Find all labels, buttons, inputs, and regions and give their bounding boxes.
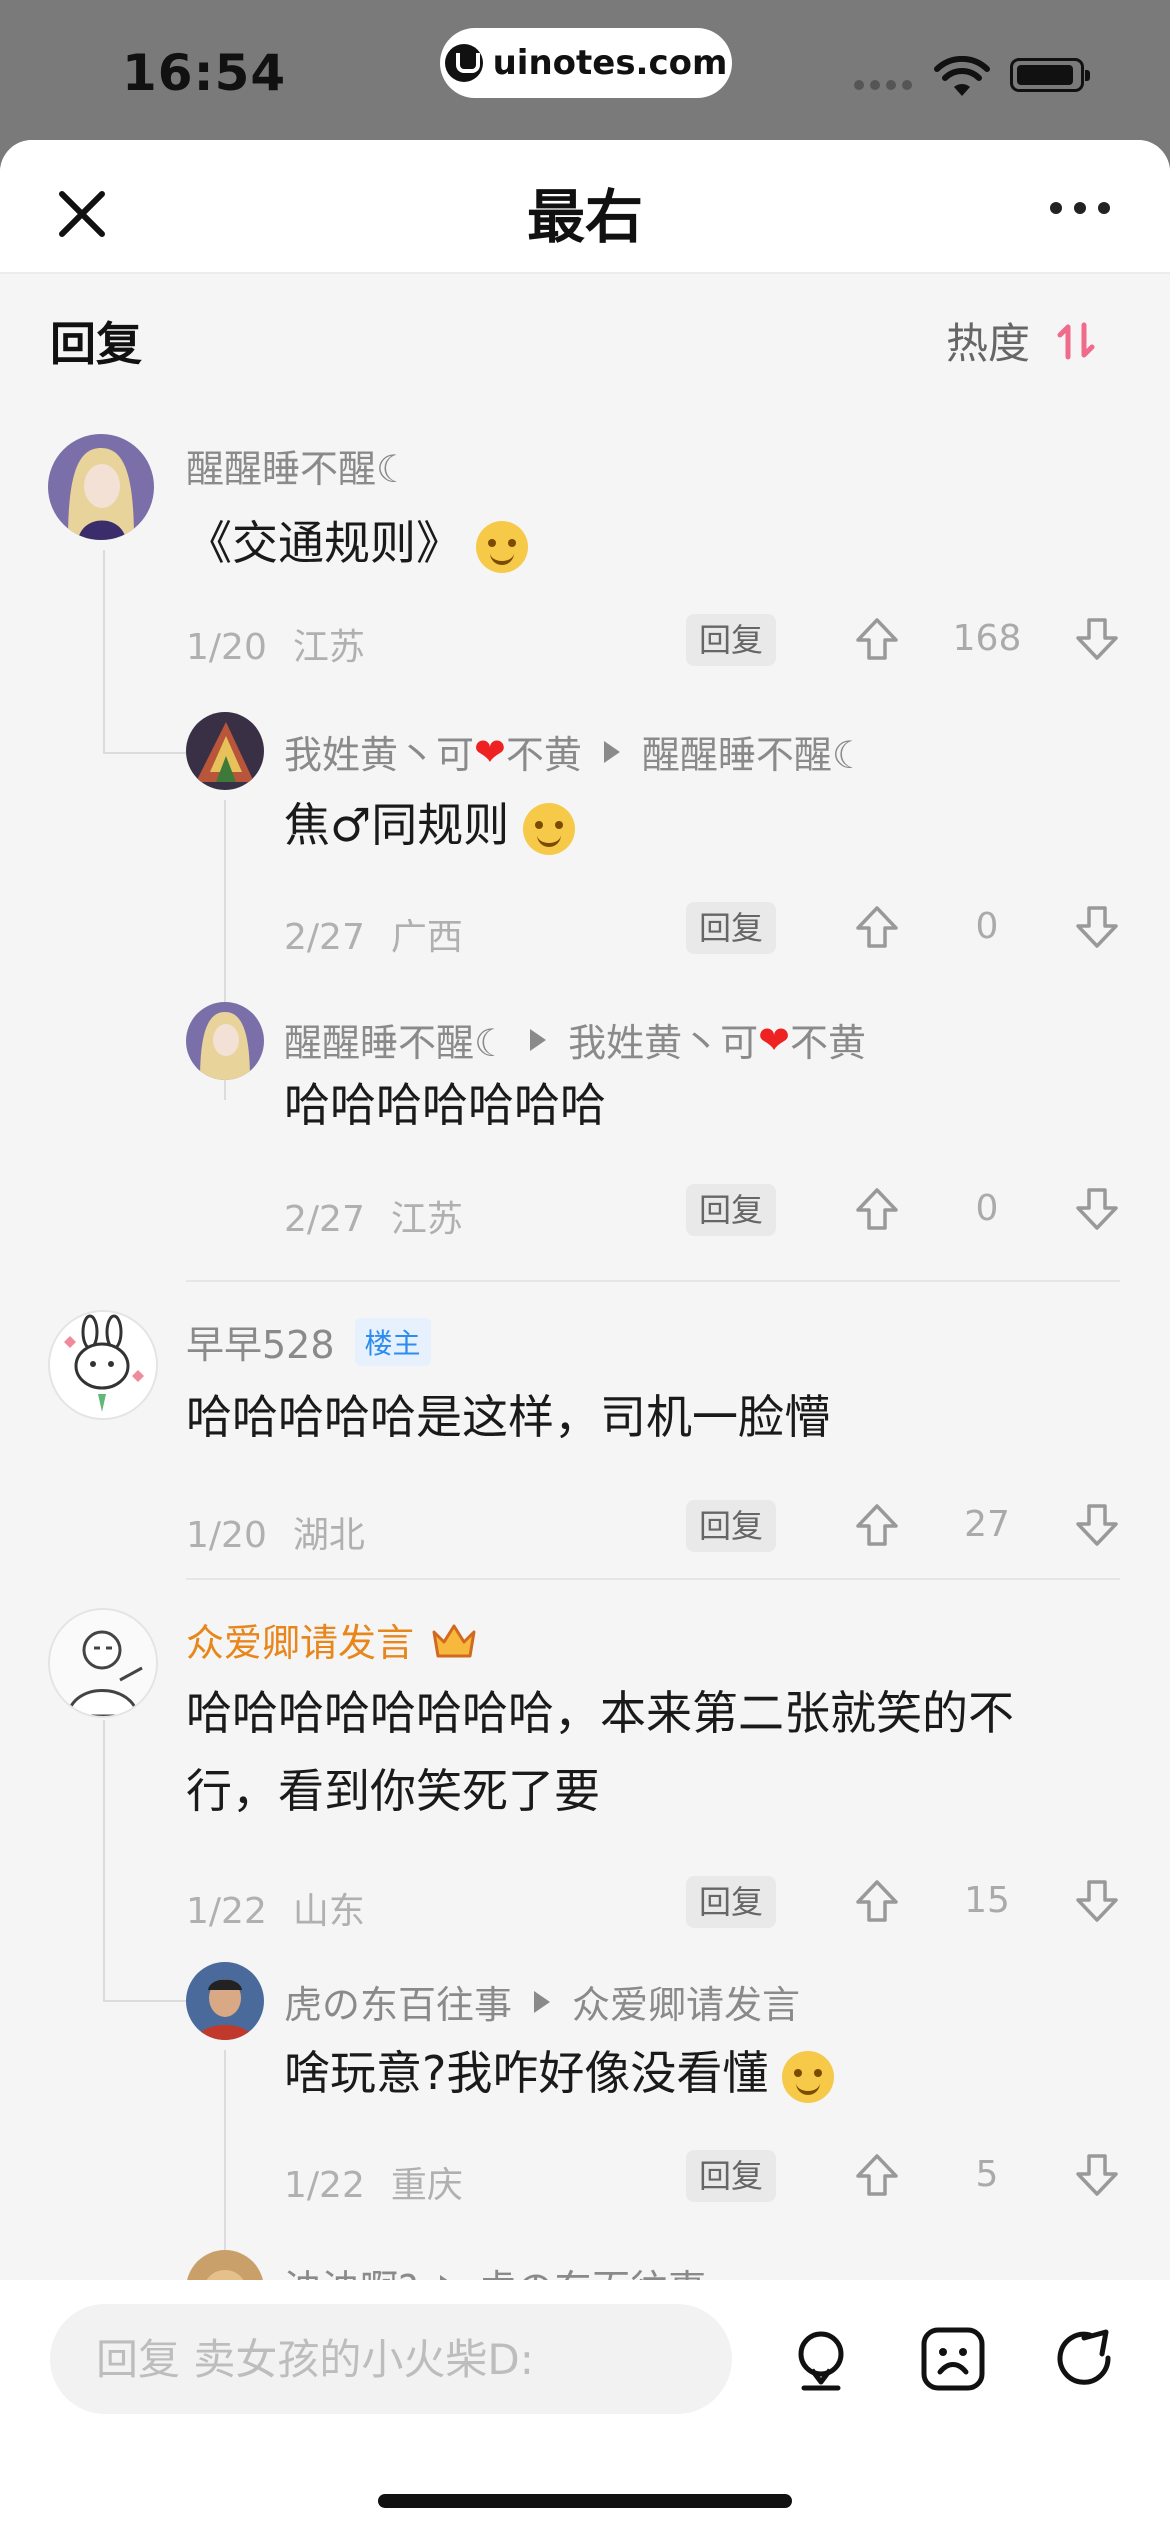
comment-text: 焦♂同规则 (284, 786, 576, 864)
comment-username: 众爱卿请发言 (186, 1612, 478, 1667)
reply-arrow-icon (534, 1990, 551, 2013)
comment-meta: 1/22 山东 (186, 1891, 365, 1932)
upvote-icon[interactable] (854, 2152, 900, 2198)
sender-name[interactable]: 众爱卿请发言 (186, 1612, 414, 1667)
sort-label: 热度 (946, 319, 1031, 368)
reply-to-name[interactable]: 众爱卿请发言 (572, 1974, 800, 2029)
comment-text: 《交通规则》 (186, 504, 528, 582)
thread-line (103, 550, 105, 754)
url-pill: uinotes.com (440, 28, 732, 98)
vote-count: 0 (975, 906, 999, 947)
thread-line (103, 2000, 187, 2002)
crown-icon (432, 1624, 476, 1657)
reply-button[interactable]: 回复 (686, 1500, 776, 1552)
avatar[interactable] (48, 434, 154, 540)
wifi-icon (934, 56, 990, 96)
laughing-emoji-icon (523, 802, 576, 855)
comment-meta: 2/27 江苏 (284, 1199, 463, 1240)
comment-username[interactable]: 醒醒睡不醒☾ (186, 438, 410, 493)
vote-count: 5 (975, 2154, 999, 2195)
avatar[interactable] (48, 1310, 158, 1420)
downvote-icon[interactable] (1074, 2152, 1120, 2198)
reply-button[interactable]: 回复 (686, 1184, 776, 1236)
comment-meta: 1/22 重庆 (284, 2165, 463, 2206)
upvote-icon[interactable] (854, 1878, 900, 1924)
comment-text: 哈哈哈哈哈哈哈 (284, 1078, 606, 1132)
upvote-icon[interactable] (854, 1186, 900, 1232)
divider (186, 1578, 1120, 1580)
reply-input[interactable] (50, 2304, 732, 2414)
avatar[interactable] (186, 712, 264, 790)
cellular-signal-icon (854, 80, 912, 90)
vote-count: 15 (964, 1880, 1010, 1921)
heart-icon: ❤ (474, 729, 506, 774)
vote-count: 0 (975, 1188, 999, 1229)
nav-bar: 最右 (0, 140, 1170, 274)
downvote-icon[interactable] (1074, 616, 1120, 662)
sender-name[interactable]: 我姓黄丶可 (284, 724, 474, 779)
vote-count: 27 (964, 1504, 1010, 1545)
home-indicator (378, 2494, 792, 2508)
owner-badge: 楼主 (354, 1317, 431, 1366)
avatar[interactable] (48, 1608, 158, 1718)
sender-name[interactable]: 醒醒睡不醒☾ (284, 1012, 508, 1067)
upvote-icon[interactable] (854, 1502, 900, 1548)
reply-button[interactable]: 回复 (686, 902, 776, 954)
reply-arrow-icon (603, 740, 620, 763)
upvote-icon[interactable] (854, 904, 900, 950)
sort-button[interactable]: 热度 (946, 310, 1096, 371)
comment-meta: 1/20 湖北 (186, 1515, 365, 1556)
comment-username: 早早528 楼主 (186, 1314, 431, 1369)
sender-name[interactable]: 虎の东百往事 (284, 1974, 512, 2029)
surprised-emoji-icon (782, 2050, 835, 2103)
sort-icon (1057, 322, 1095, 359)
sticker-icon[interactable] (918, 2324, 988, 2394)
comment-username: 虎の东百往事 众爱卿请发言 (284, 1974, 800, 2029)
upvote-icon[interactable] (854, 616, 900, 662)
comment-text-line: 行，看到你笑死了要 (186, 1764, 600, 1818)
comment-sheet: 最右 回复 热度 醒醒睡不醒☾ 《交通规则》 1/20 江苏 回复 168 我姓… (0, 140, 1170, 2532)
vote-count: 168 (952, 618, 1022, 659)
bottom-input-bar (0, 2280, 1170, 2532)
downvote-icon[interactable] (1074, 1878, 1120, 1924)
page-title: 最右 (526, 183, 643, 251)
section-title: 回复 (50, 317, 142, 371)
more-options-icon[interactable] (1050, 202, 1110, 214)
status-time: 16:54 (122, 44, 287, 102)
heart-icon: ❤ (758, 1017, 790, 1062)
status-bar: 16:54 uinotes.com (0, 0, 1170, 140)
reply-button[interactable]: 回复 (686, 1876, 776, 1928)
downvote-icon[interactable] (1074, 1186, 1120, 1232)
share-icon[interactable] (1050, 2324, 1120, 2394)
comment-text-line: 哈哈哈哈哈哈哈哈，本来第二张就笑的不 (186, 1686, 1014, 1740)
battery-icon (1010, 58, 1090, 92)
comment-text: 啥玩意?我咋好像没看懂 (284, 2034, 835, 2112)
reply-button[interactable]: 回复 (686, 614, 776, 666)
reply-to-name[interactable]: 醒醒睡不醒☾ (642, 724, 866, 779)
comment-meta: 2/27 广西 (284, 917, 463, 958)
comment-username: 我姓黄丶可 ❤ 不黄 醒醒睡不醒☾ (284, 724, 866, 779)
thread-line (103, 752, 187, 754)
avatar[interactable] (186, 1962, 264, 2040)
downvote-icon[interactable] (1074, 1502, 1120, 1548)
downvote-icon[interactable] (1074, 904, 1120, 950)
reply-arrow-icon (530, 1028, 547, 1051)
divider (186, 1280, 1120, 1282)
url-text: uinotes.com (492, 43, 728, 83)
comment-username: 醒醒睡不醒☾ 我姓黄丶可 ❤ 不黄 (284, 1012, 866, 1067)
comment-text: 哈哈哈哈哈是这样，司机一脸懵 (186, 1390, 830, 1444)
avatar[interactable] (186, 1002, 264, 1080)
site-logo-icon (444, 44, 483, 82)
sender-name[interactable]: 早早528 (186, 1314, 335, 1369)
reply-button[interactable]: 回复 (686, 2150, 776, 2202)
thread-line (103, 1720, 105, 2002)
reply-to-name[interactable]: 我姓黄丶可 (568, 1012, 758, 1067)
smirk-emoji-icon (476, 520, 528, 573)
comment-text: 哈哈哈哈哈哈哈哈，本来第二张就笑的不 行，看到你笑死了要 (186, 1674, 1014, 1830)
comment-meta: 1/20 江苏 (186, 627, 365, 668)
voice-icon[interactable] (786, 2324, 856, 2394)
